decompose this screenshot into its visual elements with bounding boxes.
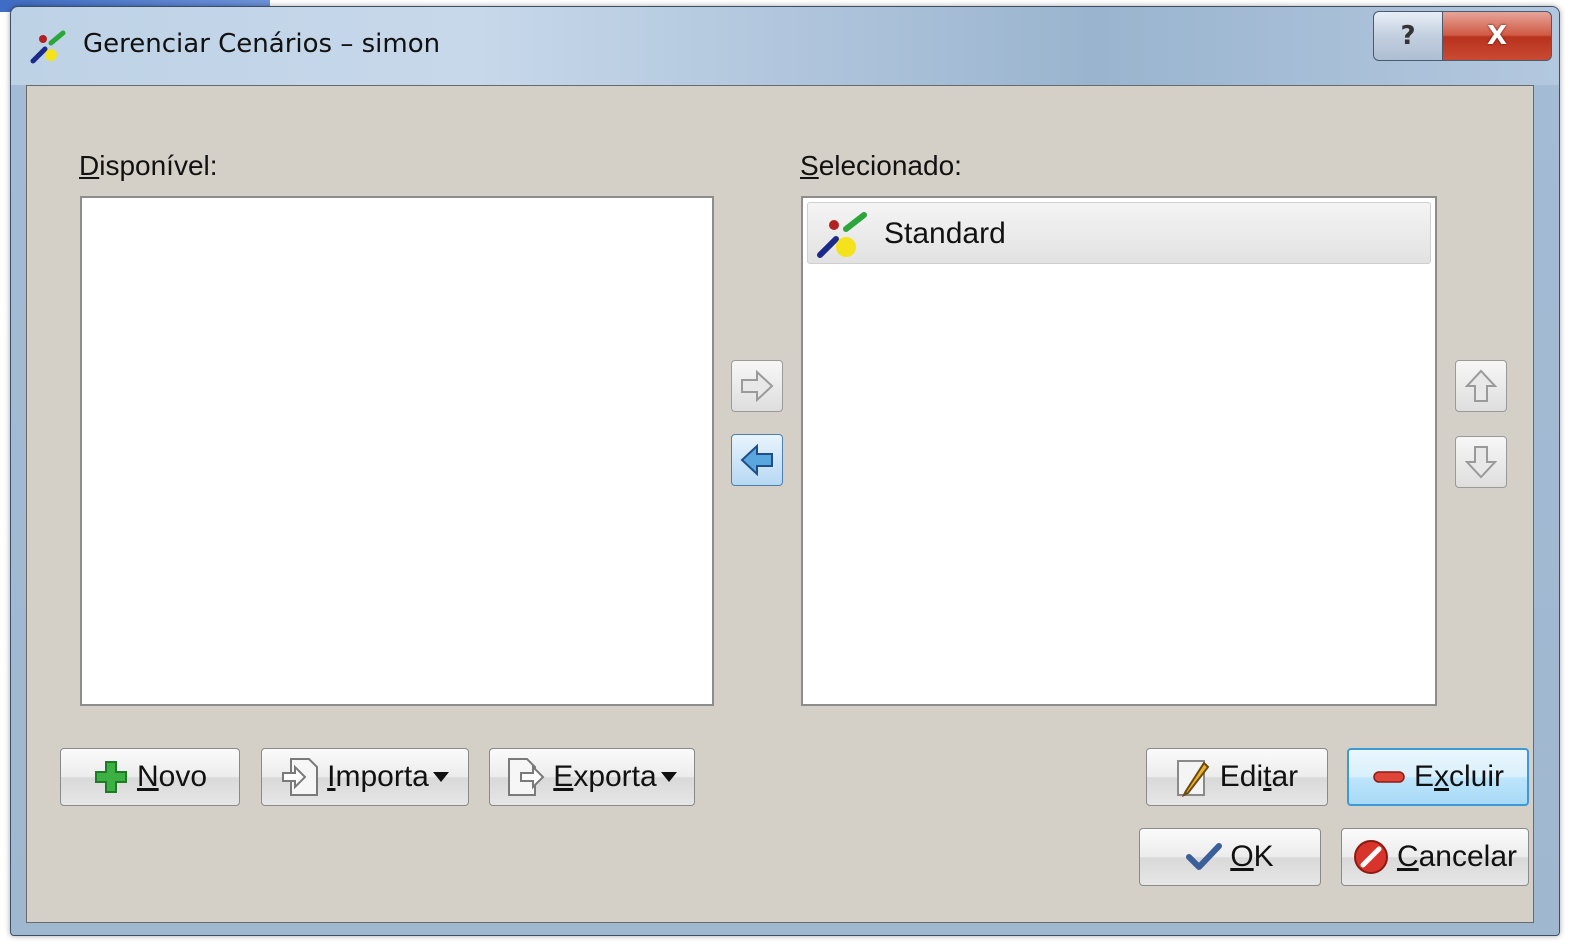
excluir-button[interactable]: Excluir <box>1347 748 1529 806</box>
add-to-selected-button[interactable] <box>731 360 783 412</box>
available-label: Disponível: <box>79 150 218 181</box>
arrow-down-icon <box>1465 446 1497 479</box>
remove-from-selected-button[interactable] <box>731 434 783 486</box>
help-button[interactable]: ? <box>1373 11 1443 61</box>
move-down-button[interactable] <box>1455 436 1507 488</box>
export-icon <box>508 758 545 796</box>
selected-list[interactable]: Standard <box>801 196 1437 706</box>
ok-button[interactable]: OK <box>1139 828 1321 886</box>
window-title: Gerenciar Cenários – simon <box>83 29 441 59</box>
importar-button[interactable]: Importa <box>261 748 469 806</box>
pencil-icon <box>1176 760 1210 797</box>
close-button[interactable]: X <box>1442 11 1552 61</box>
editar-button[interactable]: Editar <box>1146 748 1328 806</box>
dropdown-caret-icon <box>660 772 677 782</box>
scenario-icon <box>817 212 867 258</box>
dialog-content: Disponível: Selecionado: Standard Novo I… <box>26 85 1534 923</box>
list-item-standard[interactable]: Standard <box>807 202 1431 264</box>
dialog-window: Gerenciar Cenários – simon ? X Disponíve… <box>10 6 1560 936</box>
app-icon <box>30 30 66 64</box>
exportar-button[interactable]: Exporta <box>489 748 695 806</box>
arrow-up-icon <box>1465 369 1497 402</box>
check-icon <box>1186 843 1223 870</box>
list-item-label: Standard <box>884 217 1006 250</box>
cancel-icon <box>1353 840 1388 874</box>
plus-icon <box>94 761 127 793</box>
move-up-button[interactable] <box>1455 360 1507 412</box>
import-icon <box>282 758 319 796</box>
selected-label: Selecionado: <box>800 150 962 181</box>
available-list[interactable] <box>80 196 714 706</box>
dropdown-caret-icon <box>432 772 449 782</box>
minus-icon <box>1373 771 1405 783</box>
arrow-left-icon <box>740 444 773 476</box>
title-bar[interactable]: Gerenciar Cenários – simon ? X <box>11 7 1559 85</box>
cancelar-button[interactable]: Cancelar <box>1341 828 1529 886</box>
arrow-right-icon <box>741 370 774 402</box>
novo-button[interactable]: Novo <box>60 748 240 806</box>
